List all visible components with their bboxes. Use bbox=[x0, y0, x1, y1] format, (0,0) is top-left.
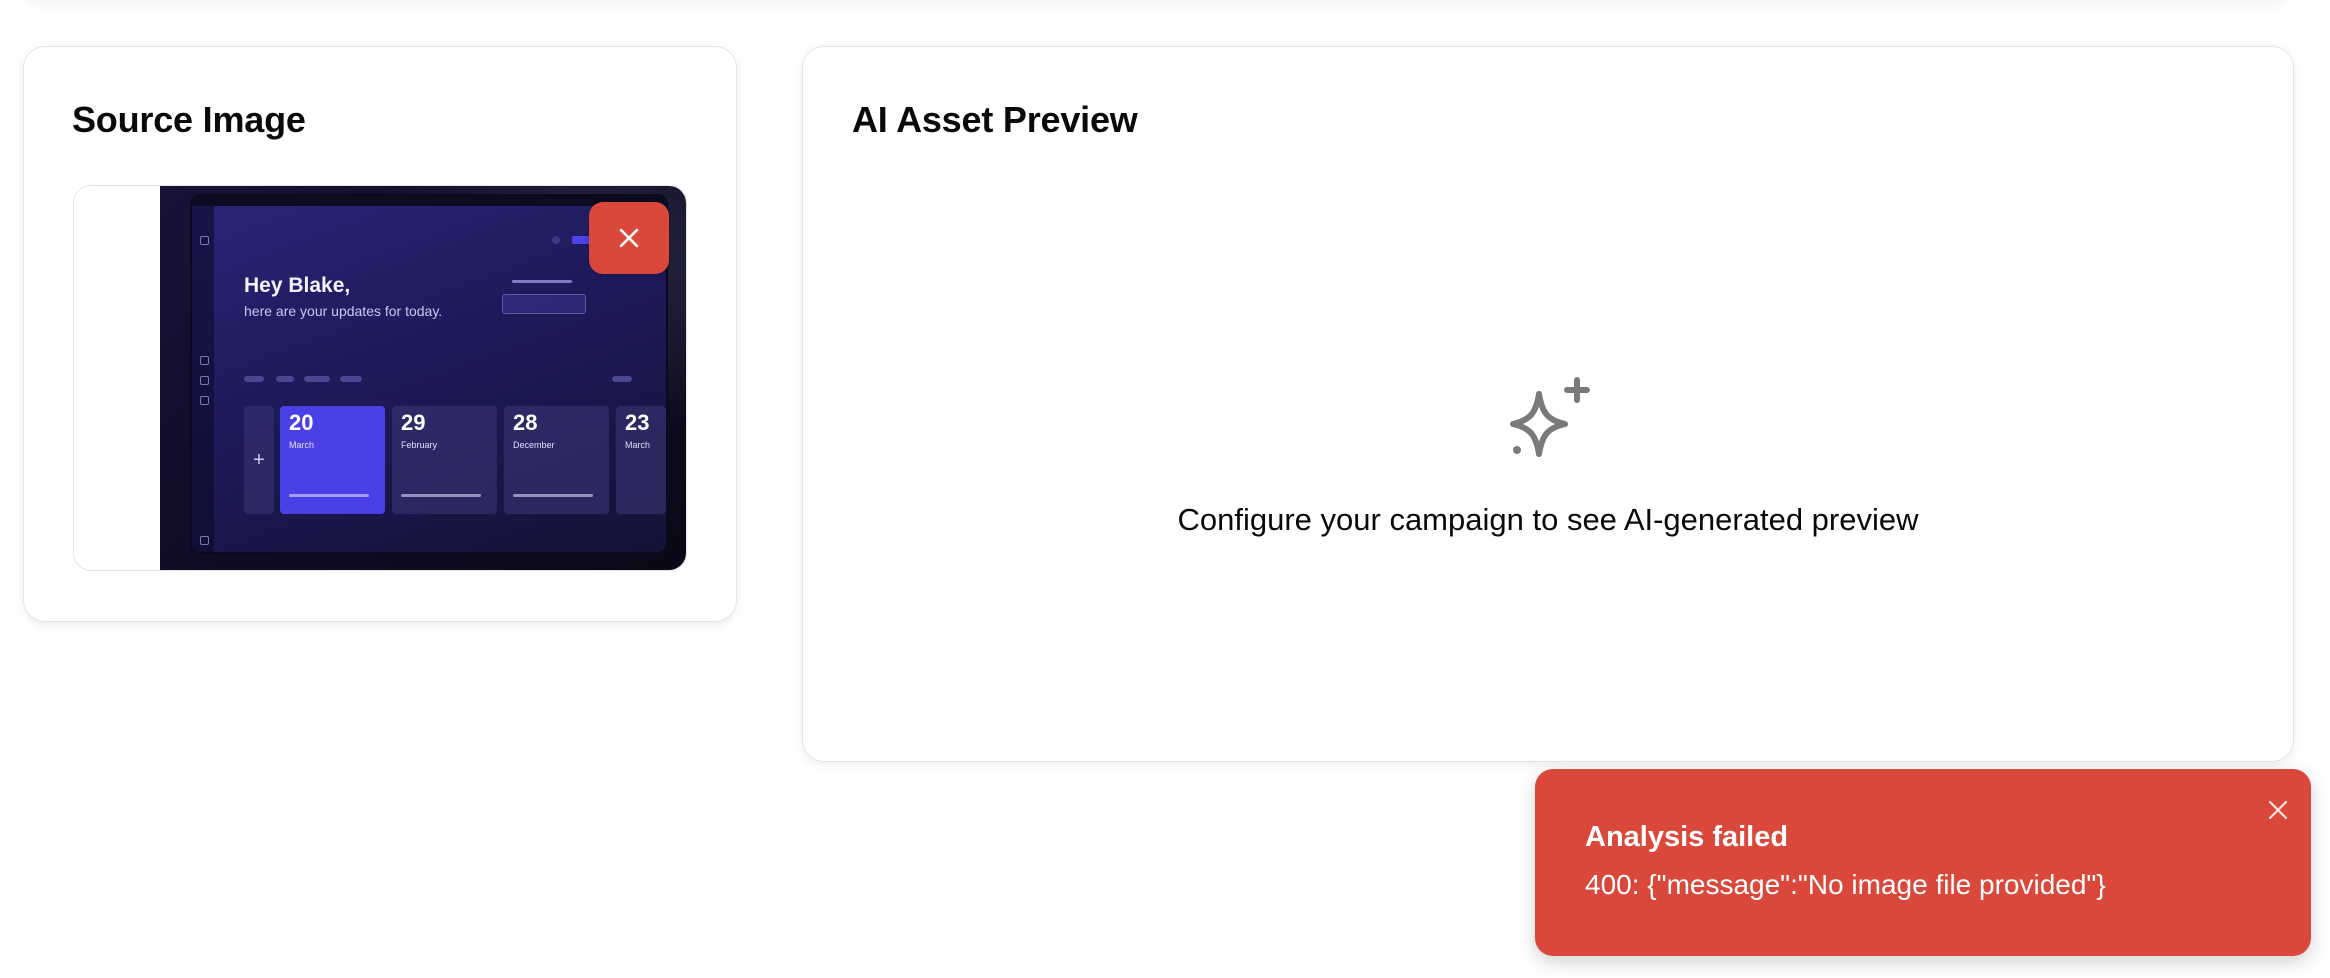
thumbnail-subtitle: here are your updates for today. bbox=[244, 303, 443, 319]
source-image-title: Source Image bbox=[72, 99, 306, 140]
toast-title: Analysis failed bbox=[1585, 821, 1789, 853]
sparkle-icon bbox=[1510, 377, 1590, 457]
thumbnail-date-card: 20 March bbox=[280, 406, 385, 514]
toast-message: 400: {"message":"No image file provided"… bbox=[1585, 869, 2106, 900]
error-toast: Analysis failed 400: {"message":"No imag… bbox=[1535, 769, 2311, 956]
thumbnail-add-card: + bbox=[244, 406, 274, 514]
source-image-card: Source Image Hey Blake, here are your up… bbox=[23, 46, 737, 622]
thumbnail-date-card: 23 March bbox=[616, 406, 666, 514]
remove-image-button[interactable] bbox=[589, 202, 669, 274]
preview-empty-message: Configure your campaign to see AI-genera… bbox=[1177, 502, 1919, 537]
thumbnail-date-card: 28 December bbox=[504, 406, 609, 514]
thumbnail-date-card: 29 February bbox=[392, 406, 497, 514]
thumbnail-greeting: Hey Blake, bbox=[244, 274, 351, 297]
close-icon bbox=[2268, 800, 2288, 820]
toast-close-button[interactable] bbox=[2265, 797, 2291, 823]
ai-asset-preview-title: AI Asset Preview bbox=[852, 99, 1138, 140]
close-icon bbox=[619, 228, 639, 248]
